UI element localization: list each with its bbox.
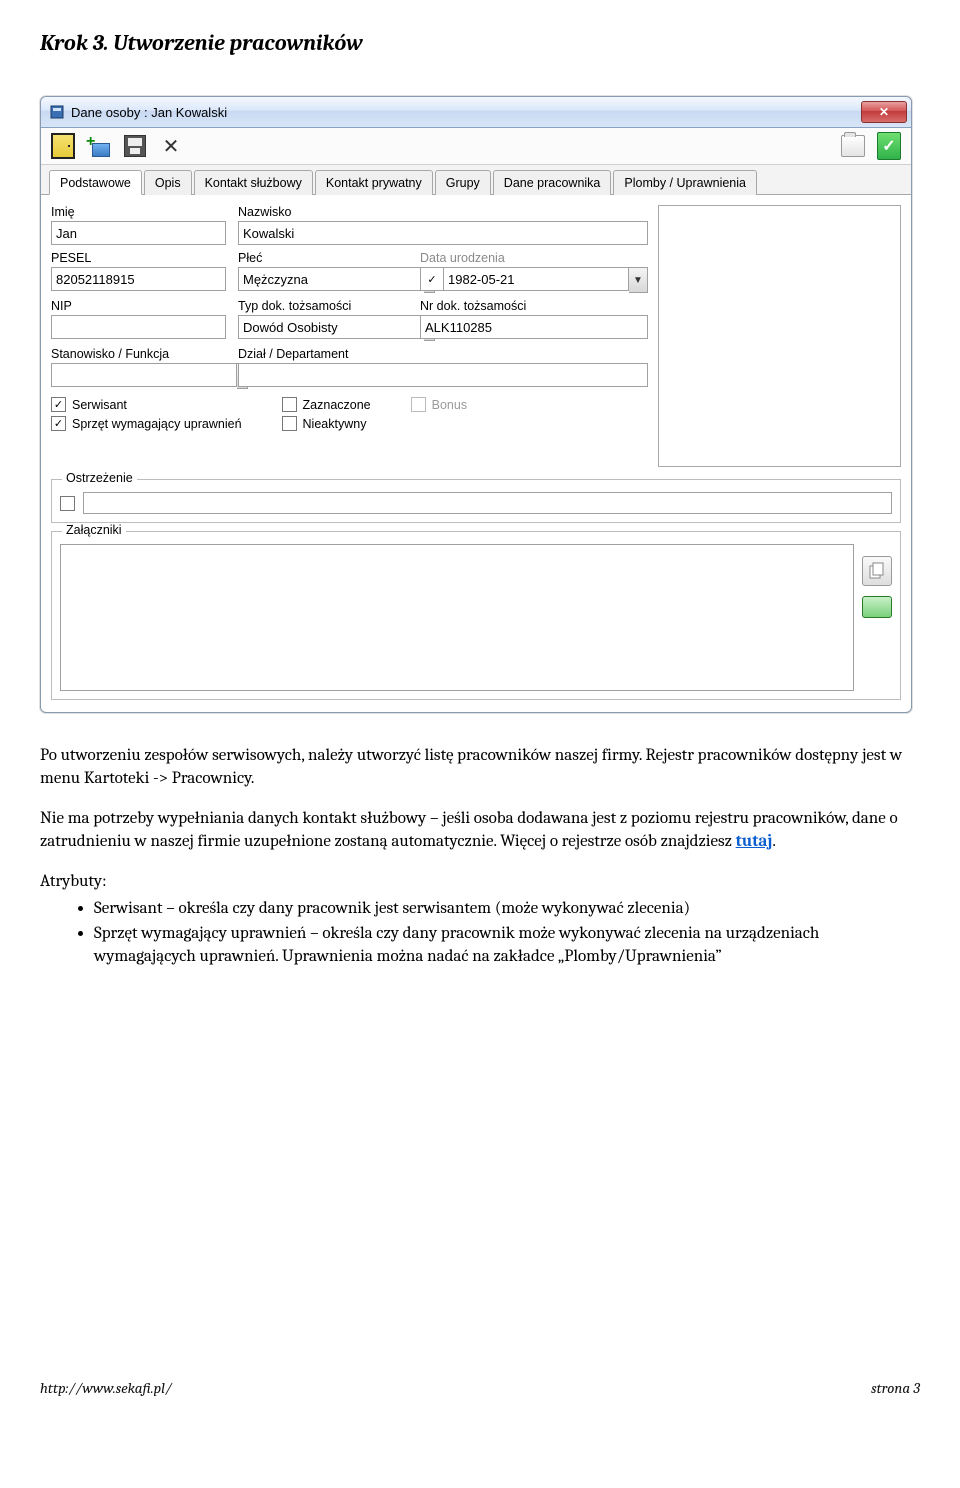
link-tutaj[interactable]: tutaj: [736, 832, 773, 851]
footer-page: strona 3: [871, 1379, 920, 1397]
label-nr-dok: Nr dok. tożsamości: [420, 299, 648, 313]
tab-opis[interactable]: Opis: [144, 170, 192, 195]
tab-bar: Podstawowe Opis Kontakt służbowy Kontakt…: [41, 165, 911, 195]
exit-button[interactable]: [51, 134, 75, 158]
step-title: Krok 3. Utworzenie pracowników: [40, 30, 920, 56]
select-stanowisko[interactable]: [51, 363, 237, 387]
tab-podstawowe[interactable]: Podstawowe: [49, 170, 142, 195]
input-ostrzezenie[interactable]: [83, 492, 892, 514]
delete-button[interactable]: ✕: [159, 134, 183, 158]
text-span: .: [772, 832, 776, 851]
folder-button[interactable]: [841, 134, 865, 158]
checkbox-ostrzezenie[interactable]: [60, 496, 75, 511]
input-pesel[interactable]: [51, 267, 226, 291]
paragraph-1: Po utworzeniu zespołów serwisowych, nale…: [40, 745, 920, 791]
attrs-heading: Atrybuty:: [40, 871, 920, 894]
list-item: Sprzęt wymagający uprawnień – określa cz…: [94, 923, 920, 969]
groupbox-ostrzezenie: Ostrzeżenie: [51, 479, 901, 523]
window-title: Dane osoby : Jan Kowalski: [71, 105, 861, 120]
input-nazwisko[interactable]: [238, 221, 648, 245]
checkbox-sprzet[interactable]: ✓Sprzęt wymagający uprawnień: [51, 416, 242, 431]
toolbar: ✕ ✓: [41, 128, 911, 165]
checkbox-label: Bonus: [432, 398, 467, 412]
close-button[interactable]: ✕: [861, 101, 907, 123]
select-plec[interactable]: [238, 267, 424, 291]
page-footer: http://www.sekafi.pl/ strona 3: [40, 1379, 920, 1397]
label-nip: NIP: [51, 299, 226, 313]
tab-kontakt-sluzbowy[interactable]: Kontakt służbowy: [194, 170, 313, 195]
checkbox-serwisant[interactable]: ✓Serwisant: [51, 397, 242, 412]
label-typ-dok: Typ dok. tożsamości: [238, 299, 408, 313]
select-typ-dok[interactable]: [238, 315, 424, 339]
scan-icon[interactable]: [862, 596, 892, 618]
paragraph-2: Nie ma potrzeby wypełniania danych konta…: [40, 808, 920, 854]
date-checkbox[interactable]: ✓: [420, 267, 443, 291]
label-plec: Płeć: [238, 251, 408, 265]
checkbox-label: Zaznaczone: [303, 398, 371, 412]
dropdown-icon[interactable]: ▼: [629, 267, 648, 293]
label-pesel: PESEL: [51, 251, 226, 265]
legend-zalaczniki: Załączniki: [62, 523, 126, 537]
attachments-list[interactable]: [60, 544, 854, 691]
tab-kontakt-prywatny[interactable]: Kontakt prywatny: [315, 170, 433, 195]
input-data-urodzenia[interactable]: [443, 267, 629, 291]
list-item: Serwisant – określa czy dany pracownik j…: [94, 898, 920, 921]
checkbox-label: Sprzęt wymagający uprawnień: [72, 417, 242, 431]
label-data-urodzenia: Data urodzenia: [420, 251, 648, 265]
dialog-window: Dane osoby : Jan Kowalski ✕ ✕ ✓ Podstawo…: [40, 96, 912, 713]
footer-url: http://www.sekafi.pl/: [40, 1379, 172, 1397]
label-imie: Imię: [51, 205, 226, 219]
app-icon: [49, 104, 65, 120]
legend-ostrzezenie: Ostrzeżenie: [62, 471, 137, 485]
checkbox-nieaktywny[interactable]: Nieaktywny: [282, 416, 371, 431]
checkbox-bonus: Bonus: [411, 397, 467, 412]
input-nr-dok[interactable]: [420, 315, 648, 339]
confirm-button[interactable]: ✓: [877, 134, 901, 158]
label-nazwisko: Nazwisko: [238, 205, 648, 219]
tab-dane-pracownika[interactable]: Dane pracownika: [493, 170, 612, 195]
checkbox-label: Serwisant: [72, 398, 127, 412]
label-stanowisko: Stanowisko / Funkcja: [51, 347, 226, 361]
checkbox-zaznaczone[interactable]: Zaznaczone: [282, 397, 371, 412]
input-nip[interactable]: [51, 315, 226, 339]
input-imie[interactable]: [51, 221, 226, 245]
add-button[interactable]: [87, 134, 111, 158]
attrs-list: Serwisant – określa czy dany pracownik j…: [40, 898, 920, 969]
tab-grupy[interactable]: Grupy: [435, 170, 491, 195]
label-dzial: Dział / Departament: [238, 347, 648, 361]
photo-panel: [658, 205, 901, 467]
groupbox-zalaczniki: Załączniki: [51, 531, 901, 700]
save-button[interactable]: [123, 134, 147, 158]
titlebar: Dane osoby : Jan Kowalski ✕: [41, 97, 911, 128]
attach-add-icon[interactable]: [862, 556, 892, 586]
checkbox-label: Nieaktywny: [303, 417, 367, 431]
input-dzial[interactable]: [238, 363, 648, 387]
tab-plomby[interactable]: Plomby / Uprawnienia: [613, 170, 757, 195]
